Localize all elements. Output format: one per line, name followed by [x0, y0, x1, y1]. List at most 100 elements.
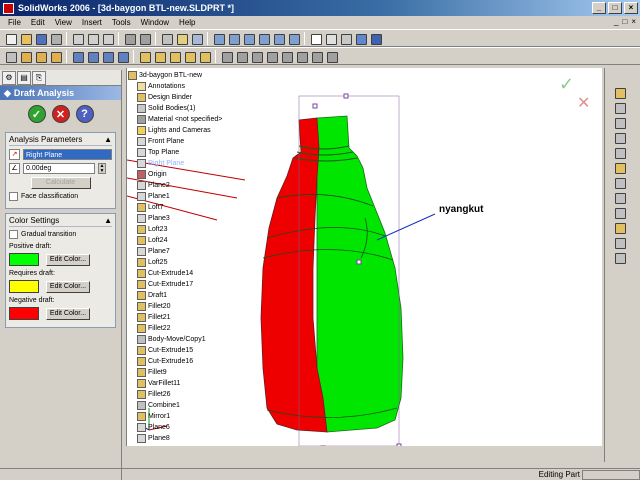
edit-positive-color-button[interactable]: Edit Color... [46, 253, 90, 266]
pan-icon[interactable] [287, 32, 300, 45]
doc-restore-button[interactable]: □ [622, 17, 627, 26]
feature-manager-tab[interactable]: ⚙ [2, 70, 16, 85]
menu-tools[interactable]: Tools [107, 18, 136, 27]
gradual-transition-checkbox[interactable] [9, 230, 18, 239]
circle-icon[interactable] [250, 50, 263, 63]
wireframe-icon[interactable] [309, 32, 322, 45]
tree-item[interactable]: Fillet21 [128, 312, 250, 323]
tree-item[interactable]: Fillet20 [128, 301, 250, 312]
sketch-icon[interactable] [4, 50, 17, 63]
tree-item[interactable]: Fillet9 [128, 367, 250, 378]
tree-item[interactable]: VarFillet11 [128, 378, 250, 389]
edit-requires-color-button[interactable]: Edit Color... [46, 280, 90, 293]
loft-tool-icon[interactable] [49, 50, 62, 63]
tree-item[interactable]: Solid Bodies(1) [128, 103, 250, 114]
face-classification-checkbox[interactable] [9, 192, 18, 201]
configuration-manager-tab[interactable]: ⎘ [32, 70, 46, 85]
cancel-x-icon[interactable]: ✕ [51, 105, 70, 123]
tree-item[interactable]: Cut-Extrude14 [128, 268, 250, 279]
undo-icon[interactable] [123, 32, 136, 45]
shell-icon[interactable] [168, 50, 181, 63]
tree-item[interactable]: Plane2 [128, 180, 250, 191]
tree-root[interactable]: 3d-baygon BTL-new [128, 70, 250, 81]
paste-icon[interactable] [101, 32, 114, 45]
close-button[interactable]: × [624, 2, 638, 14]
tree-item[interactable]: Body-Move/Copy1 [128, 334, 250, 345]
front-view-icon[interactable] [71, 50, 84, 63]
copy-icon[interactable] [86, 32, 99, 45]
task-pane-tool4-icon[interactable] [613, 236, 626, 249]
tree-item[interactable]: Material <not specified> [128, 114, 250, 125]
collapse-chevron-icon[interactable]: ▲ [104, 216, 112, 225]
maximize-button[interactable]: □ [608, 2, 622, 14]
menu-window[interactable]: Window [136, 18, 174, 27]
calculate-button[interactable]: Calculate [30, 177, 91, 189]
task-pane-tool3-icon[interactable] [613, 221, 626, 234]
trim-icon[interactable] [310, 50, 323, 63]
menu-edit[interactable]: Edit [26, 18, 50, 27]
hidden-removed-icon[interactable] [339, 32, 352, 45]
tree-item[interactable]: Plane6 [128, 422, 250, 433]
tree-item[interactable]: Top Plane [128, 147, 250, 158]
zoom-selection-icon[interactable] [257, 32, 270, 45]
tree-item[interactable]: Draft1 [128, 290, 250, 301]
solidworks-app-icon[interactable] [3, 2, 14, 14]
tree-item[interactable]: Loft7 [128, 202, 250, 213]
open-icon[interactable] [19, 32, 32, 45]
redo-icon[interactable] [138, 32, 151, 45]
angle-spinner[interactable]: ▲ ▼ [98, 163, 106, 174]
options-icon[interactable] [190, 32, 203, 45]
task-pane-palette-icon[interactable] [613, 146, 626, 159]
fillet-tool-icon[interactable] [138, 50, 151, 63]
menu-view[interactable]: View [50, 18, 77, 27]
select-icon[interactable] [160, 32, 173, 45]
print-icon[interactable] [49, 32, 62, 45]
dimension-icon[interactable] [295, 50, 308, 63]
help-icon[interactable]: ? [75, 105, 94, 123]
task-pane-library-icon[interactable] [613, 101, 626, 114]
tree-item[interactable]: Cut-Extrude15 [128, 345, 250, 356]
task-pane-custom-icon[interactable] [613, 176, 626, 189]
confirm-cancel-icon[interactable]: ✕ [577, 93, 590, 112]
tree-item[interactable]: Mirror1 [128, 411, 250, 422]
tree-item[interactable]: Front Plane [128, 136, 250, 147]
new-icon[interactable] [4, 32, 17, 45]
zoom-fit-icon[interactable] [212, 32, 225, 45]
edit-negative-color-button[interactable]: Edit Color... [46, 307, 90, 320]
shaded-icon[interactable] [354, 32, 367, 45]
direction-arrow-icon[interactable]: ↗ [9, 149, 20, 160]
task-pane-tool2-icon[interactable] [613, 206, 626, 219]
task-pane-tool1-icon[interactable] [613, 191, 626, 204]
tree-item[interactable]: Fillet22 [128, 323, 250, 334]
task-pane-tool5-icon[interactable] [613, 251, 626, 264]
mirror-tool-icon[interactable] [198, 50, 211, 63]
confirm-check-icon[interactable]: ✓ [559, 74, 574, 95]
zoom-area-icon[interactable] [227, 32, 240, 45]
hidden-lines-icon[interactable] [324, 32, 337, 45]
rotate-view-icon[interactable] [272, 32, 285, 45]
tree-item[interactable]: Plane8 [128, 433, 250, 444]
minimize-button[interactable]: _ [592, 2, 606, 14]
tree-item[interactable]: Loft25 [128, 257, 250, 268]
cut-icon[interactable] [71, 32, 84, 45]
tree-item[interactable]: Cut-Extrude17 [128, 279, 250, 290]
offset-icon[interactable] [325, 50, 338, 63]
line-icon[interactable] [220, 50, 233, 63]
menu-file[interactable]: File [3, 18, 26, 27]
bottle-model[interactable] [260, 93, 404, 451]
save-icon[interactable] [34, 32, 47, 45]
tree-item[interactable]: Loft24 [128, 235, 250, 246]
tree-item[interactable]: Plane1 [128, 191, 250, 202]
spline-icon[interactable] [280, 50, 293, 63]
collapse-chevron-icon[interactable]: ▲ [104, 135, 112, 144]
tree-item[interactable]: Plane7 [128, 246, 250, 257]
right-view-icon[interactable] [101, 50, 114, 63]
rebuild-icon[interactable] [175, 32, 188, 45]
menu-help[interactable]: Help [174, 18, 200, 27]
menu-insert[interactable]: Insert [77, 18, 107, 27]
ok-check-icon[interactable]: ✓ [27, 105, 46, 123]
horizontal-scrollbar[interactable] [126, 446, 602, 462]
tree-item[interactable]: Plane3 [128, 213, 250, 224]
rectangle-icon[interactable] [235, 50, 248, 63]
arc-icon[interactable] [265, 50, 278, 63]
